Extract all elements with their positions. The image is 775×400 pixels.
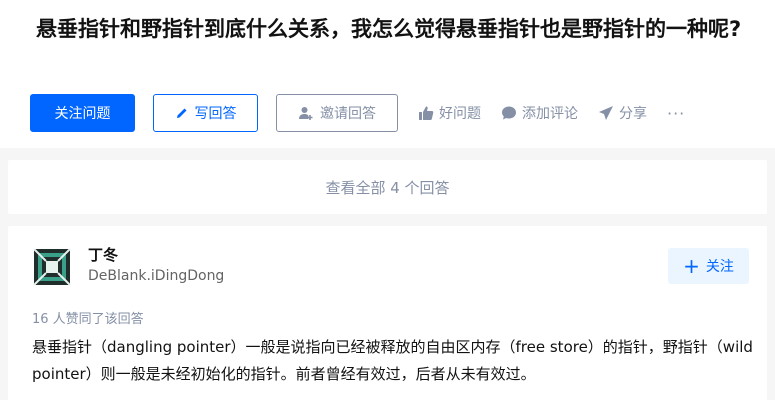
follow-author-button[interactable]: + 关注 [668, 248, 749, 284]
question-title: 悬垂指针和野指针到底什么关系，我怎么觉得悬垂指针也是野指针的一种呢? [36, 17, 742, 41]
question-actions: 关注问题 写回答 邀请回答 好问题 添加评论 分享 ··· [30, 94, 685, 132]
add-comment-label: 添加评论 [522, 106, 578, 122]
write-answer-label: 写回答 [194, 106, 237, 122]
thumb-up-icon [418, 105, 434, 121]
author-name[interactable]: 丁冬 [88, 244, 118, 265]
pencil-icon [175, 106, 189, 120]
share-button[interactable]: 分享 [598, 94, 647, 132]
good-question-label: 好问题 [439, 106, 481, 122]
paper-plane-icon [598, 105, 614, 121]
comment-bubble-icon [501, 105, 517, 121]
follow-author-label: 关注 [705, 259, 734, 275]
author-bio: DeBlank.iDingDong [88, 268, 225, 284]
view-all-answers-button[interactable]: 查看全部 4 个回答 [8, 160, 767, 214]
invite-answer-button[interactable]: 邀请回答 [276, 94, 398, 132]
add-comment-button[interactable]: 添加评论 [501, 94, 578, 132]
share-label: 分享 [619, 106, 647, 122]
follow-question-button[interactable]: 关注问题 [30, 94, 135, 132]
plus-icon: + [683, 254, 700, 278]
avatar[interactable] [32, 247, 72, 287]
write-answer-button[interactable]: 写回答 [153, 94, 258, 132]
question-header: 悬垂指针和野指针到底什么关系，我怎么觉得悬垂指针也是野指针的一种呢? 关注问题 … [0, 0, 775, 148]
answer-card: 丁冬 DeBlank.iDingDong + 关注 16 人赞同了该回答 悬垂指… [8, 226, 767, 400]
more-options-button[interactable]: ··· [667, 104, 685, 123]
good-question-button[interactable]: 好问题 [418, 94, 481, 132]
invite-answer-label: 邀请回答 [320, 106, 376, 122]
answer-content: 悬垂指针（dangling pointer）一般是说指向已经被释放的自由区内存（… [32, 338, 753, 383]
votes-count: 16 人赞同了该回答 [32, 312, 144, 327]
invite-user-icon [298, 105, 314, 121]
